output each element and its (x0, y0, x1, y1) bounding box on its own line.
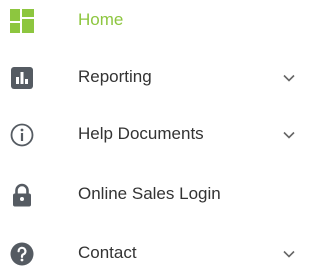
nav-item-label: Online Sales Login (78, 184, 221, 203)
bar-chart-icon (10, 66, 34, 90)
chevron-down-icon[interactable] (282, 247, 296, 261)
dashboard-grid-icon (10, 9, 34, 33)
sidebar-nav: Home Reporting Help Documents Online Sal… (0, 0, 308, 268)
nav-item-label: Home (78, 10, 124, 29)
nav-item-contact[interactable]: Contact (0, 233, 308, 273)
lock-icon (10, 183, 34, 207)
nav-item-help-documents[interactable]: Help Documents (0, 114, 308, 154)
chevron-down-icon[interactable] (282, 71, 296, 85)
nav-item-label: Reporting (78, 67, 152, 86)
nav-item-reporting[interactable]: Reporting (0, 57, 308, 97)
question-circle-icon (10, 242, 34, 266)
nav-item-label: Contact (78, 243, 137, 262)
nav-item-home[interactable]: Home (0, 0, 308, 40)
nav-item-label: Help Documents (78, 124, 204, 143)
chevron-down-icon[interactable] (282, 128, 296, 142)
info-circle-icon (10, 123, 34, 147)
nav-item-online-sales-login[interactable]: Online Sales Login (0, 174, 308, 214)
